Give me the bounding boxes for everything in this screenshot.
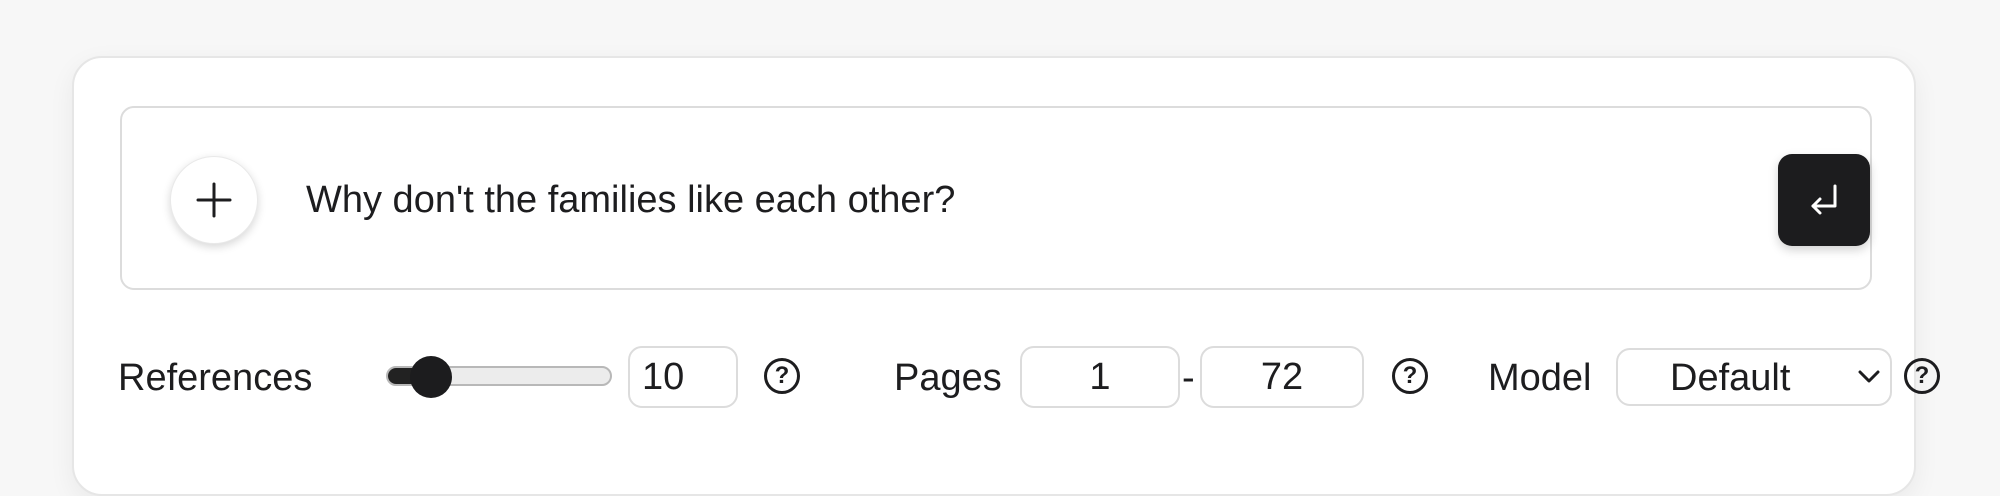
model-help-icon[interactable]: ?: [1904, 358, 1940, 394]
model-select-value: Default: [1670, 357, 1791, 399]
submit-button[interactable]: [1778, 154, 1870, 246]
chevron-down-icon: [1858, 370, 1880, 383]
model-select[interactable]: Default: [1616, 348, 1892, 406]
search-options: References 10 ? Pages 1 - 72 ? Model Def…: [118, 346, 1940, 410]
plus-icon: [196, 182, 232, 218]
model-label: Model: [1488, 357, 1592, 399]
pages-from-input[interactable]: 1: [1020, 346, 1180, 408]
pages-range-separator: -: [1182, 357, 1195, 399]
references-slider-thumb[interactable]: [410, 356, 453, 398]
pages-help-icon[interactable]: ?: [1392, 358, 1428, 394]
pages-label: Pages: [894, 357, 1002, 399]
references-input[interactable]: 10: [628, 346, 738, 408]
pages-to-input[interactable]: 72: [1200, 346, 1364, 408]
add-button[interactable]: [170, 156, 258, 244]
return-arrow-icon: [1811, 184, 1837, 215]
search-card: References 10 ? Pages 1 - 72 ? Model Def…: [72, 56, 1940, 496]
references-label: References: [118, 357, 313, 399]
query-box: [120, 106, 1872, 290]
references-help-icon[interactable]: ?: [764, 358, 800, 394]
query-input[interactable]: [306, 170, 1606, 230]
